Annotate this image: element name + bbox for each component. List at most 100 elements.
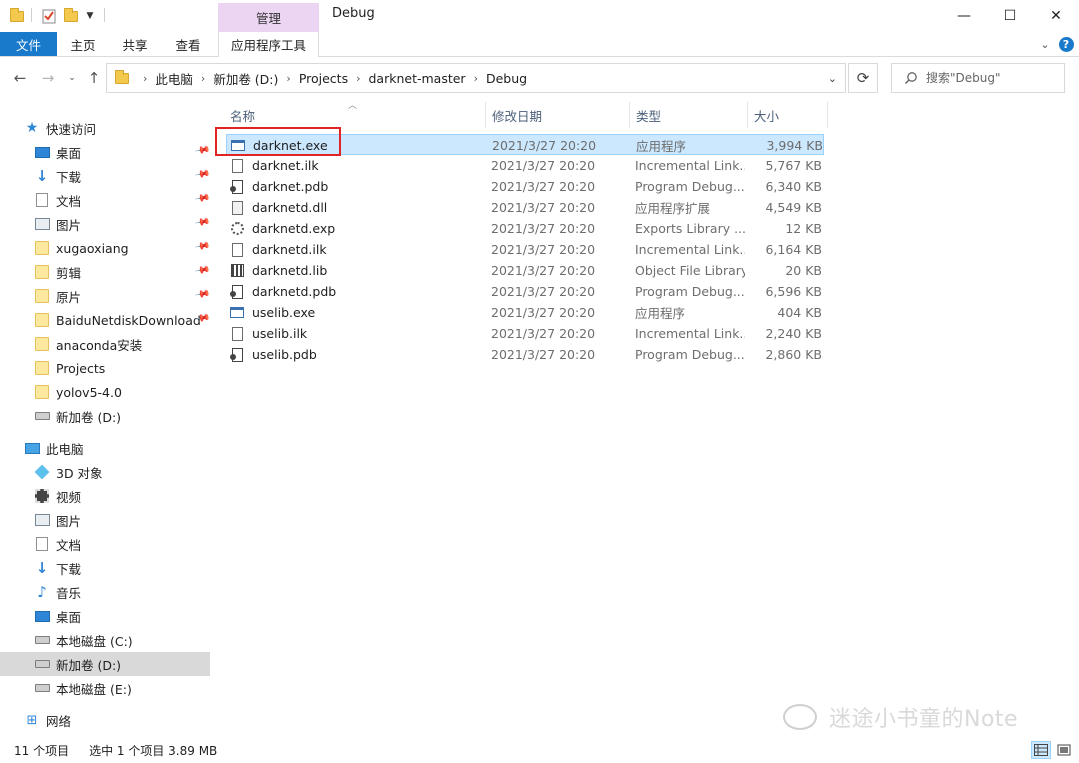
file-row[interactable]: darknetd.pdb 2021/3/27 20:20 Program Debug… [226,281,824,302]
file-size: 12 KB [785,221,822,236]
sidebar-item-clips[interactable]: 剪辑 📌 [0,260,210,284]
breadcrumb-chevron-icon[interactable]: › [137,72,153,85]
pin-icon[interactable]: 📌 [194,142,211,158]
new-folder-icon[interactable] [62,6,80,26]
file-row[interactable]: darknetd.ilk 2021/3/27 20:20 Incremental L… [226,239,824,260]
address-bar[interactable]: › 此电脑 › 新加卷 (D:) › Projects › darknet-ma… [106,63,846,93]
sidebar-item-anaconda[interactable]: anaconda安装 [0,332,210,356]
file-name: uselib.pdb [252,347,317,362]
tab-share[interactable]: 共享 [114,32,156,56]
sidebar-item-desktop[interactable]: 桌面 📌 [0,140,210,164]
pin-icon[interactable]: 📌 [194,286,211,302]
wechat-icon [783,704,817,730]
large-icons-view-button[interactable] [1054,741,1074,759]
sidebar-quick-access[interactable]: ★ 快速访问 [0,116,210,140]
file-row[interactable]: uselib.exe 2021/3/27 20:20 应用程序 404 KB [226,302,824,323]
maximize-button[interactable]: ☐ [987,0,1033,32]
sidebar-item-drive-c[interactable]: 本地磁盘 (C:) [0,628,210,652]
search-box[interactable] [891,63,1065,93]
file-row[interactable]: uselib.pdb 2021/3/27 20:20 Program Debug..… [226,344,824,365]
sidebar-item-videos[interactable]: 视频 [0,484,210,508]
sidebar-item-documents-pc[interactable]: 文档 [0,532,210,556]
minimize-button[interactable]: — [941,0,987,32]
sidebar-item-label: 原片 [56,289,82,305]
tab-file[interactable]: 文件 [0,32,57,56]
search-input[interactable] [926,71,1056,85]
expand-ribbon-icon[interactable]: ⌄ [1038,36,1052,52]
help-icon[interactable]: ? [1057,36,1075,52]
file-type: 应用程序扩展 [635,201,711,216]
breadcrumb-projects[interactable]: Projects [297,71,350,86]
tab-view[interactable]: 查看 [166,32,210,56]
file-row[interactable]: darknet.pdb 2021/3/27 20:20 Program Debug.… [226,176,824,197]
file-size: 6,164 KB [765,242,822,257]
sidebar-item-yolov5[interactable]: yolov5-4.0 [0,380,210,404]
sidebar-item-pictures[interactable]: 图片 📌 [0,212,210,236]
up-arrow-icon[interactable]: ↑ [84,68,104,88]
sidebar-item-label: 快速访问 [46,121,97,137]
file-name-cell: darknetd.lib [230,260,476,281]
breadcrumb-chevron-icon[interactable]: › [195,72,211,85]
pin-icon[interactable]: 📌 [194,190,211,206]
recent-locations-chevron-icon[interactable]: ⌄ [62,68,82,88]
tab-home[interactable]: 主页 [62,32,104,56]
pin-icon[interactable]: 📌 [194,166,211,182]
file-row[interactable]: darknetd.exp 2021/3/27 20:20 Exports Libra… [226,218,824,239]
pin-icon[interactable]: 📌 [194,262,211,278]
file-row[interactable]: darknetd.lib 2021/3/27 20:20 Object File L… [226,260,824,281]
pin-icon[interactable]: 📌 [194,238,211,254]
close-button[interactable]: ✕ [1033,0,1079,32]
drive-icon [34,656,50,672]
pin-icon[interactable]: 📌 [194,214,211,230]
sidebar-network[interactable]: ⊞ 网络 [0,708,210,732]
forward-arrow-icon[interactable]: → [38,68,58,88]
file-name-cell: uselib.pdb [230,344,476,365]
breadcrumb-drive-d[interactable]: 新加卷 (D:) [211,69,280,88]
breadcrumb-this-pc[interactable]: 此电脑 [153,69,195,88]
column-header-date[interactable]: 修改日期 [486,102,630,128]
file-type: Incremental Link... [635,158,745,173]
breadcrumb-debug[interactable]: Debug [484,71,529,86]
sidebar-item-drive-d-quick[interactable]: 新加卷 (D:) [0,404,210,428]
back-arrow-icon[interactable]: ← [10,68,30,88]
sidebar-item-pictures-pc[interactable]: 图片 [0,508,210,532]
file-type: 应用程序 [635,306,686,321]
file-date: 2021/3/27 20:20 [491,179,596,194]
breadcrumb-chevron-icon[interactable]: › [350,72,366,85]
sidebar-item-3d-objects[interactable]: 3D 对象 [0,460,210,484]
breadcrumb-darknet-master[interactable]: darknet-master [367,71,468,86]
breadcrumb-chevron-icon[interactable]: › [468,72,484,85]
file-name: darknet.pdb [252,179,329,194]
sidebar-item-drive-e[interactable]: 本地磁盘 (E:) [0,676,210,700]
address-history-chevron-icon[interactable]: ⌄ [828,72,837,85]
sidebar-item-downloads[interactable]: ↓ 下载 📌 [0,164,211,188]
sidebar-this-pc[interactable]: 此电脑 [0,436,210,460]
drive-icon [34,680,50,696]
column-header-size[interactable]: 大小 [748,102,828,128]
watermark-text: 迷途小书童的Note [829,707,1019,732]
column-header-type[interactable]: 类型 [630,102,748,128]
sidebar-item-raw-footage[interactable]: 原片 📌 [0,284,210,308]
sidebar-item-desktop-pc[interactable]: 桌面 [0,604,210,628]
properties-icon[interactable] [40,6,58,26]
details-view-button[interactable] [1031,741,1051,759]
tab-application-tools[interactable]: 应用程序工具 [218,32,319,57]
sidebar-item-xugaoxiang[interactable]: xugaoxiang 📌 [0,236,210,260]
sidebar-item-documents[interactable]: 文档 📌 [0,188,210,212]
file-row[interactable]: darknet.ilk 2021/3/27 20:20 Incremental Li… [226,155,824,176]
breadcrumb-chevron-icon[interactable]: › [280,72,296,85]
sidebar-item-baidunetdiskdownload[interactable]: BaiduNetdiskDownload 📌 [0,308,210,332]
sidebar-item-label: 此电脑 [46,441,84,457]
file-type: Incremental Link... [635,242,745,257]
sidebar-item-music[interactable]: ♪ 音乐 [0,580,210,604]
column-header-name[interactable]: 名称 [224,102,486,128]
sidebar-item-label: Projects [56,360,106,376]
sidebar-item-projects[interactable]: Projects [0,356,210,380]
file-row[interactable]: darknetd.dll 2021/3/27 20:20 应用程序扩展 4,549 K… [226,197,824,218]
file-size: 3,994 KB [766,138,823,153]
file-row[interactable]: uselib.ilk 2021/3/27 20:20 Incremental Lin… [226,323,824,344]
sidebar-item-downloads-pc[interactable]: ↓ 下载 [0,556,210,580]
sidebar-item-drive-d[interactable]: 新加卷 (D:) [0,652,210,676]
refresh-button[interactable]: ⟳ [848,63,878,93]
quick-access-dropdown-icon[interactable]: ▼ [84,6,96,26]
